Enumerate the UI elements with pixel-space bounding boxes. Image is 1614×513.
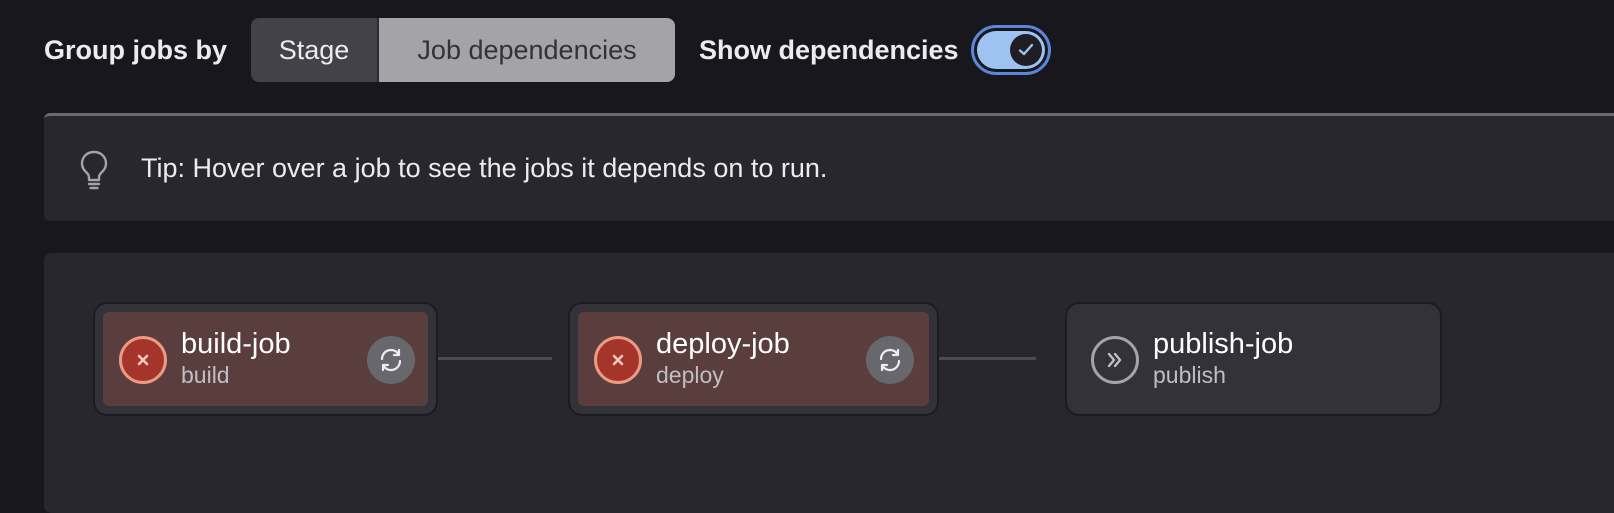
job-stage: deploy (656, 362, 724, 388)
pipeline-graph: build-job build deploy-job deploy publis… (44, 253, 1614, 513)
job-card-publish-job[interactable]: publish-job publish (1065, 302, 1442, 416)
job-name: deploy-job (656, 328, 790, 360)
group-by-segmented-control: Stage Job dependencies (251, 18, 676, 82)
tip-banner: Tip: Hover over a job to see the jobs it… (44, 113, 1614, 221)
failed-status-icon (594, 336, 642, 384)
group-jobs-label: Group jobs by (44, 34, 228, 65)
x-icon (612, 354, 624, 366)
tip-text: Tip: Hover over a job to see the jobs it… (141, 153, 828, 183)
connector-build-deploy (426, 357, 552, 360)
show-dependencies-toggle[interactable] (970, 25, 1051, 75)
chevrons-right-icon (1107, 352, 1122, 368)
check-icon (1018, 43, 1033, 56)
group-by-job-dependencies-button[interactable]: Job dependencies (379, 18, 676, 82)
skipped-status-icon (1091, 336, 1139, 384)
lightbulb-icon (80, 150, 108, 190)
job-stage: build (181, 362, 230, 388)
pipeline-toolbar: Group jobs by Stage Job dependencies Sho… (44, 18, 1051, 82)
retry-button[interactable] (866, 336, 914, 384)
toggle-track (976, 31, 1045, 69)
job-card-deploy-job[interactable]: deploy-job deploy (568, 302, 939, 416)
retry-icon (879, 348, 901, 372)
job-card-build-job[interactable]: build-job build (93, 302, 438, 416)
toggle-knob (1009, 34, 1042, 66)
job-name: build-job (181, 328, 291, 360)
failed-status-icon (119, 336, 167, 384)
group-by-stage-button[interactable]: Stage (251, 18, 380, 82)
retry-icon (380, 348, 402, 372)
retry-button[interactable] (367, 336, 415, 384)
x-icon (137, 354, 149, 366)
job-name: publish-job (1153, 328, 1294, 360)
job-stage: publish (1153, 362, 1226, 388)
show-dependencies-label: Show dependencies (699, 34, 959, 65)
